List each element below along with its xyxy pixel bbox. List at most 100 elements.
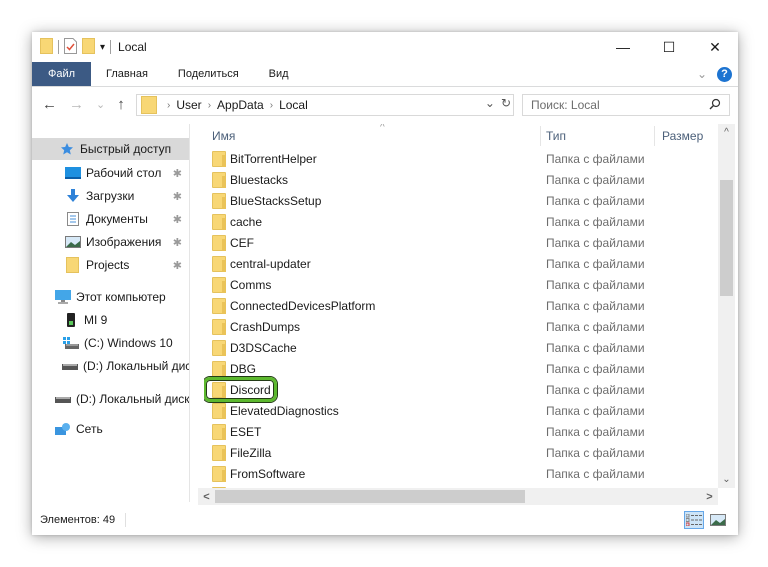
file-row[interactable]: central-updater Папка с файлами	[204, 253, 716, 274]
breadcrumb-user[interactable]: User	[176, 98, 201, 112]
horizontal-scrollbar[interactable]: < >	[198, 488, 718, 505]
tab-share[interactable]: Поделиться	[163, 62, 254, 86]
scroll-left-arrow-icon[interactable]: <	[198, 488, 215, 505]
file-name[interactable]: CEF	[230, 236, 254, 250]
file-row[interactable]: FromSoftware Папка с файлами	[204, 463, 716, 484]
file-name[interactable]: ElevatedDiagnostics	[230, 404, 339, 418]
file-row[interactable]: ElevatedDiagnostics Папка с файлами	[204, 400, 716, 421]
sidebar-item-downloads[interactable]: Загрузки ✱	[32, 185, 189, 207]
sidebar-item-quick-access[interactable]: Быстрый доступ	[32, 138, 189, 160]
file-row[interactable]: BlueStacksSetup Папка с файлами	[204, 190, 716, 211]
file-name[interactable]: ESET	[230, 425, 261, 439]
minimize-button[interactable]: —	[600, 32, 646, 62]
properties-icon[interactable]	[64, 37, 77, 57]
pin-icon[interactable]: ✱	[173, 190, 182, 203]
sidebar-item-this-pc[interactable]: Этот компьютер	[32, 286, 189, 308]
sidebar-item-pictures[interactable]: Изображения ✱	[32, 231, 189, 253]
file-row[interactable]: D3DSCache Папка с файлами	[204, 337, 716, 358]
breadcrumb-local[interactable]: Local	[279, 98, 308, 112]
file-row[interactable]: CrashDumps Папка с файлами	[204, 316, 716, 337]
scroll-right-arrow-icon[interactable]: >	[701, 488, 718, 505]
tab-home[interactable]: Главная	[91, 62, 163, 86]
scroll-up-arrow-icon[interactable]: ^	[718, 124, 735, 141]
scroll-down-arrow-icon[interactable]: ⌄	[718, 471, 735, 488]
sidebar-item-mi9[interactable]: MI 9	[32, 309, 189, 331]
file-row[interactable]: CEF Папка с файлами	[204, 232, 716, 253]
pin-icon[interactable]: ✱	[173, 259, 182, 272]
folder-icon	[212, 339, 226, 356]
sidebar-item-network[interactable]: Сеть	[32, 418, 189, 440]
file-row[interactable]: ESET Папка с файлами	[204, 421, 716, 442]
pin-icon[interactable]: ✱	[173, 167, 182, 180]
sidebar-item-documents[interactable]: Документы ✱	[32, 208, 189, 230]
tab-view[interactable]: Вид	[254, 62, 304, 86]
breadcrumb-appdata[interactable]: AppData	[217, 98, 264, 112]
column-divider[interactable]	[540, 126, 541, 146]
large-icons-view-icon	[710, 514, 726, 526]
horizontal-scroll-thumb[interactable]	[215, 490, 525, 503]
sidebar-item-label: (D:) Локальный диск	[76, 392, 190, 406]
sidebar-item-drive-d-2[interactable]: (D:) Локальный диск	[32, 388, 190, 410]
sidebar-item-projects[interactable]: Projects ✱	[32, 254, 189, 276]
close-button[interactable]: ✕	[692, 32, 738, 62]
file-row[interactable]: Comms Папка с файлами	[204, 274, 716, 295]
forward-arrow-icon[interactable]: →	[69, 96, 84, 113]
recent-locations-icon[interactable]: ⌄	[96, 98, 105, 111]
file-row[interactable]: BitTorrentHelper Папка с файлами	[204, 148, 716, 169]
pin-icon[interactable]: ✱	[173, 213, 182, 226]
back-arrow-icon[interactable]: ←	[42, 96, 57, 113]
file-row[interactable]: Discord Папка с файлами	[204, 377, 716, 402]
file-row[interactable]: DBG Папка с файлами	[204, 358, 716, 379]
file-name[interactable]: ConnectedDevicesPlatform	[230, 299, 375, 313]
refresh-icon[interactable]: ↻	[501, 96, 511, 110]
pin-icon[interactable]: ✱	[173, 236, 182, 249]
breadcrumb-chevron-icon: ›	[167, 99, 171, 111]
file-name[interactable]: FromSoftware	[230, 467, 305, 481]
expand-ribbon-icon[interactable]: ⌄	[697, 67, 707, 81]
search-icon[interactable]	[709, 98, 721, 113]
file-name[interactable]: Comms	[230, 278, 271, 292]
tab-file[interactable]: Файл	[32, 62, 92, 86]
file-row[interactable]: Bluestacks Папка с файлами	[204, 169, 716, 190]
file-type: Папка с файлами	[546, 214, 645, 229]
window-title: Local	[118, 40, 147, 54]
file-name[interactable]: D3DSCache	[230, 341, 297, 355]
folder-icon	[212, 192, 226, 209]
up-arrow-icon[interactable]: ↑	[117, 96, 125, 113]
address-bar[interactable]: › User › AppData › Local ⌄ ↻	[136, 94, 514, 116]
maximize-button[interactable]: ☐	[646, 32, 692, 62]
details-view-button[interactable]	[684, 511, 704, 529]
address-dropdown-icon[interactable]: ⌄	[485, 96, 495, 110]
column-header-type[interactable]: Тип	[546, 124, 656, 148]
file-name[interactable]: central-updater	[230, 257, 311, 271]
file-type: Папка с файлами	[546, 403, 645, 418]
file-name[interactable]: DBG	[230, 362, 256, 376]
vertical-scroll-thumb[interactable]	[720, 180, 733, 296]
navigation-pane: Быстрый доступ Рабочий стол ✱ Загрузки ✱…	[32, 124, 190, 502]
drive-icon	[54, 392, 71, 406]
new-folder-icon[interactable]	[82, 37, 95, 57]
vertical-scrollbar[interactable]: ^ ⌄	[718, 124, 735, 488]
file-row[interactable]: cache Папка с файлами	[204, 211, 716, 232]
file-row[interactable]: ConnectedDevicesPlatform Папка с файлами	[204, 295, 716, 316]
file-name[interactable]: BitTorrentHelper	[230, 152, 317, 166]
folder-icon	[212, 318, 226, 335]
file-row[interactable]: FileZilla Папка с файлами	[204, 442, 716, 463]
file-name[interactable]: cache	[230, 215, 262, 229]
sidebar-item-drive-d[interactable]: (D:) Локальный диск	[32, 355, 189, 377]
column-divider[interactable]	[654, 126, 655, 146]
folder-icon	[212, 402, 226, 419]
column-header-size[interactable]: Размер	[662, 124, 716, 148]
search-input[interactable]: Поиск: Local	[522, 94, 730, 116]
sidebar-item-desktop[interactable]: Рабочий стол ✱	[32, 162, 189, 184]
file-name[interactable]: FileZilla	[230, 446, 271, 460]
file-name[interactable]: BlueStacksSetup	[230, 194, 321, 208]
file-name[interactable]: CrashDumps	[230, 320, 300, 334]
sidebar-item-drive-c[interactable]: (C:) Windows 10	[32, 332, 189, 354]
large-icons-view-button[interactable]	[708, 511, 728, 529]
drive-icon	[62, 359, 78, 373]
column-header-name[interactable]: Имя	[212, 124, 542, 148]
customize-toolbar-icon[interactable]: ▾	[100, 42, 105, 53]
help-icon[interactable]: ?	[717, 66, 732, 82]
file-name[interactable]: Bluestacks	[230, 173, 288, 187]
